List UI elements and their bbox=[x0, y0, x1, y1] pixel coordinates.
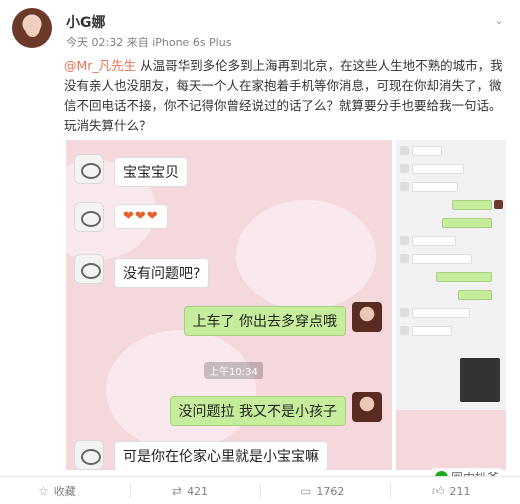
favorite-label: 收藏 bbox=[53, 485, 76, 498]
mini-photo bbox=[460, 358, 500, 402]
divider bbox=[390, 484, 391, 498]
avatar[interactable] bbox=[12, 8, 52, 48]
mini-avatar bbox=[400, 146, 409, 155]
star-icon: ☆ bbox=[38, 484, 49, 498]
mini-bubble bbox=[412, 182, 458, 192]
favorite-button[interactable]: ☆ 收藏 bbox=[38, 477, 76, 504]
bot-avatar bbox=[74, 154, 104, 184]
chat-bubble: 上车了 你出去多穿点哦 bbox=[183, 306, 346, 336]
divider bbox=[260, 484, 261, 498]
repost-count: 421 bbox=[187, 484, 209, 498]
chat-row: 宝宝宝贝 bbox=[66, 150, 392, 190]
background-pattern bbox=[106, 330, 256, 450]
mini-avatar bbox=[400, 254, 409, 263]
mini-bubble bbox=[412, 254, 472, 264]
comment-count: 1762 bbox=[316, 484, 345, 498]
mini-bubble bbox=[412, 308, 470, 318]
bot-avatar bbox=[74, 254, 104, 284]
chat-bubble: ❤❤❤ bbox=[114, 204, 168, 229]
like-count: 211 bbox=[449, 484, 471, 498]
weibo-post-card: 小G娜 今天 02:32 来自 iPhone 6s Plus ⌄ @Mr_凡先生… bbox=[0, 0, 520, 504]
chat-bubble: 可是你在伦家心里就是小宝宝嘛 bbox=[114, 441, 328, 470]
chat-row: 可是你在伦家心里就是小宝宝嘛 bbox=[66, 436, 392, 470]
chat-bubble: 没有问题吧? bbox=[114, 258, 210, 288]
mini-avatar bbox=[494, 200, 503, 209]
mini-bubble bbox=[412, 326, 452, 336]
mention-link[interactable]: @Mr_凡先生 bbox=[64, 58, 136, 73]
mini-bubble bbox=[436, 272, 492, 282]
chat-row: 没有问题吧? bbox=[66, 252, 392, 292]
mini-avatar bbox=[400, 164, 409, 173]
mini-bubble bbox=[452, 200, 492, 210]
mini-avatar bbox=[400, 308, 409, 317]
mini-avatar bbox=[400, 236, 409, 245]
bot-avatar bbox=[74, 440, 104, 470]
thumbs-up-icon: 👍︎ bbox=[432, 483, 445, 498]
girl-avatar bbox=[352, 392, 382, 422]
chat-screenshot[interactable]: 宝宝宝贝 ❤❤❤ 没有问题吧? 上车了 你出去多穿点哦 上午10:34 没问题拉… bbox=[66, 140, 392, 470]
mini-bubble bbox=[412, 146, 442, 156]
mini-avatar bbox=[400, 182, 409, 191]
chevron-down-icon[interactable]: ⌄ bbox=[492, 14, 506, 28]
mini-bubble bbox=[412, 164, 464, 174]
sticker-area bbox=[396, 410, 506, 470]
photo-grid: 宝宝宝贝 ❤❤❤ 没有问题吧? 上车了 你出去多穿点哦 上午10:34 没问题拉… bbox=[66, 140, 506, 470]
action-bar: ☆ 收藏 ⇄ 421 ▭ 1762 👍︎ 211 bbox=[0, 476, 520, 504]
comment-button[interactable]: ▭ 1762 bbox=[300, 477, 344, 504]
mini-bubble bbox=[442, 218, 492, 228]
post-text: @Mr_凡先生 从温哥华到多伦多到上海再到北京，在这些人生地不熟的城市，我没有亲… bbox=[64, 56, 504, 136]
mini-bubble bbox=[412, 236, 456, 246]
chat-row: 没问题拉 我又不是小孩子 bbox=[66, 392, 392, 432]
repost-button[interactable]: ⇄ 421 bbox=[172, 477, 208, 504]
chat-time: 上午10:34 bbox=[204, 362, 263, 379]
girl-avatar bbox=[352, 302, 382, 332]
chat-bubble: 宝宝宝贝 bbox=[114, 157, 188, 187]
like-button[interactable]: 👍︎ 211 bbox=[432, 477, 471, 504]
mini-bubble bbox=[458, 290, 492, 300]
comment-icon: ▭ bbox=[300, 484, 312, 498]
mini-avatar bbox=[400, 326, 409, 335]
bot-avatar bbox=[74, 202, 104, 232]
post-meta: 今天 02:32 来自 iPhone 6s Plus bbox=[66, 36, 232, 49]
chat-screenshot-thumbnail[interactable] bbox=[396, 140, 506, 470]
chat-bubble: 没问题拉 我又不是小孩子 bbox=[169, 396, 346, 426]
username[interactable]: 小G娜 bbox=[66, 12, 106, 32]
repost-icon: ⇄ bbox=[172, 484, 183, 498]
chat-row: ❤❤❤ bbox=[66, 200, 392, 240]
divider bbox=[130, 484, 131, 498]
chat-row: 上车了 你出去多穿点哦 bbox=[66, 300, 392, 340]
